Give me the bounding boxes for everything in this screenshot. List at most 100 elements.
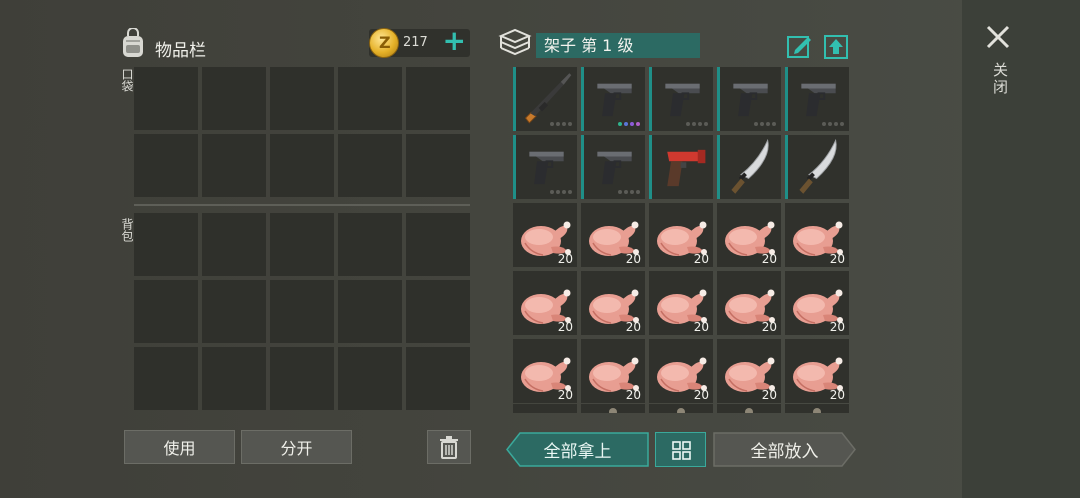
close-label[interactable]: 关闭 bbox=[990, 62, 1011, 96]
machete-icon bbox=[731, 138, 769, 194]
item-quantity: 20 bbox=[693, 320, 709, 334]
item-quantity: 20 bbox=[625, 320, 641, 334]
machete-icon bbox=[799, 138, 837, 194]
add-coins-button[interactable]: + bbox=[443, 27, 466, 55]
pocket-slot[interactable] bbox=[134, 134, 198, 197]
shelf-next-row-peek bbox=[513, 401, 849, 413]
attachment-dots bbox=[618, 122, 640, 126]
use-button[interactable]: 使用 bbox=[124, 430, 235, 464]
shelf-slot-chicken[interactable]: 20 bbox=[717, 339, 781, 403]
item-quantity: 20 bbox=[829, 252, 845, 266]
backpack-slot[interactable] bbox=[202, 347, 266, 410]
backpack-slot[interactable] bbox=[406, 347, 470, 410]
pocket-slot[interactable] bbox=[134, 67, 198, 130]
split-button[interactable]: 分开 bbox=[241, 430, 352, 464]
backpack-grid bbox=[134, 213, 470, 410]
attachment-dots bbox=[618, 190, 640, 194]
pocket-slot[interactable] bbox=[406, 134, 470, 197]
shelf-grid: 20 20 20 20 20 20 20 20 20 20 20 20 20 20 20 bbox=[513, 67, 849, 403]
backpack-icon bbox=[123, 28, 143, 57]
shelf-slot-chicken[interactable]: 20 bbox=[649, 203, 713, 267]
backpack-slot[interactable] bbox=[202, 213, 266, 276]
pocket-slot[interactable] bbox=[338, 134, 402, 197]
backpack-slot[interactable] bbox=[338, 213, 402, 276]
backpack-slot[interactable] bbox=[338, 280, 402, 343]
backpack-slot[interactable] bbox=[134, 280, 198, 343]
shelf-slot-chicken[interactable]: 20 bbox=[785, 203, 849, 267]
item-quantity: 20 bbox=[557, 252, 573, 266]
shelf-slot-pistol[interactable] bbox=[581, 67, 645, 131]
right-side-bar bbox=[962, 0, 1080, 498]
backpack-slot[interactable] bbox=[270, 213, 334, 276]
shelf-slot-flare-gun[interactable] bbox=[649, 135, 713, 199]
coin-amount: 217 bbox=[403, 35, 428, 50]
shelf-icon bbox=[498, 28, 532, 56]
shelf-slot-chicken[interactable]: 20 bbox=[717, 203, 781, 267]
shelf-slot-machete[interactable] bbox=[717, 135, 781, 199]
pocket-slot[interactable] bbox=[270, 67, 334, 130]
put-all-button[interactable]: 全部放入 bbox=[713, 432, 856, 467]
attachment-dots bbox=[822, 122, 844, 126]
shelf-slot-chicken[interactable]: 20 bbox=[649, 271, 713, 335]
grid-icon bbox=[672, 441, 691, 460]
item-quantity: 20 bbox=[625, 252, 641, 266]
item-quantity: 20 bbox=[693, 388, 709, 402]
trash-icon bbox=[440, 436, 458, 459]
backpack-slot[interactable] bbox=[270, 280, 334, 343]
backpack-slot[interactable] bbox=[134, 347, 198, 410]
backpack-slot[interactable] bbox=[202, 280, 266, 343]
shelf-slot-chicken[interactable]: 20 bbox=[513, 203, 577, 267]
upgrade-icon[interactable] bbox=[823, 33, 849, 59]
shelf-slot-pistol[interactable] bbox=[581, 135, 645, 199]
backpack-slot[interactable] bbox=[338, 347, 402, 410]
shelf-slot-chicken[interactable]: 20 bbox=[581, 271, 645, 335]
shelf-slot-pistol[interactable] bbox=[649, 67, 713, 131]
item-quantity: 20 bbox=[625, 388, 641, 402]
take-all-button[interactable]: 全部拿上 bbox=[506, 432, 649, 467]
pocket-label: 口袋 bbox=[120, 68, 134, 92]
backpack-slot[interactable] bbox=[134, 213, 198, 276]
pocket-slot[interactable] bbox=[202, 134, 266, 197]
edit-icon[interactable] bbox=[786, 33, 812, 59]
backpack-slot[interactable] bbox=[270, 347, 334, 410]
section-divider bbox=[134, 204, 470, 206]
attachment-dots bbox=[686, 122, 708, 126]
shelf-slot-pistol[interactable] bbox=[717, 67, 781, 131]
pocket-slot[interactable] bbox=[406, 67, 470, 130]
coin-icon: Z bbox=[369, 28, 399, 58]
item-quantity: 20 bbox=[557, 388, 573, 402]
close-icon[interactable] bbox=[983, 22, 1013, 52]
shelf-slot-pistol[interactable] bbox=[785, 67, 849, 131]
item-quantity: 20 bbox=[693, 252, 709, 266]
item-quantity: 20 bbox=[761, 252, 777, 266]
item-quantity: 20 bbox=[829, 320, 845, 334]
attachment-dots bbox=[550, 122, 572, 126]
inventory-title: 物品栏 bbox=[155, 41, 206, 61]
shelf-slot-pistol[interactable] bbox=[513, 135, 577, 199]
shelf-slot-chicken[interactable]: 20 bbox=[581, 339, 645, 403]
shelf-slot-machete[interactable] bbox=[785, 135, 849, 199]
put-all-label: 全部放入 bbox=[750, 442, 819, 462]
backpack-label: 背包 bbox=[120, 218, 134, 242]
pocket-slot[interactable] bbox=[270, 134, 334, 197]
shelf-slot-chicken[interactable]: 20 bbox=[513, 271, 577, 335]
item-quantity: 20 bbox=[829, 388, 845, 402]
shelf-slot-chicken[interactable]: 20 bbox=[513, 339, 577, 403]
trash-button[interactable] bbox=[427, 430, 471, 464]
item-quantity: 20 bbox=[761, 320, 777, 334]
shelf-slot-chicken[interactable]: 20 bbox=[717, 271, 781, 335]
flare-gun-icon bbox=[667, 149, 706, 187]
sort-grid-button[interactable] bbox=[655, 432, 706, 467]
attachment-dots bbox=[550, 190, 572, 194]
shelf-slot-chicken[interactable]: 20 bbox=[581, 203, 645, 267]
shelf-slot-chicken[interactable]: 20 bbox=[785, 339, 849, 403]
item-quantity: 20 bbox=[761, 388, 777, 402]
shelf-slot-chicken[interactable]: 20 bbox=[649, 339, 713, 403]
pocket-slot[interactable] bbox=[202, 67, 266, 130]
shelf-slot-chicken[interactable]: 20 bbox=[785, 271, 849, 335]
shelf-slot-rifle[interactable] bbox=[513, 67, 577, 131]
pocket-slot[interactable] bbox=[338, 67, 402, 130]
backpack-slot[interactable] bbox=[406, 280, 470, 343]
backpack-slot[interactable] bbox=[406, 213, 470, 276]
coin-counter: Z 217 + bbox=[369, 27, 470, 58]
